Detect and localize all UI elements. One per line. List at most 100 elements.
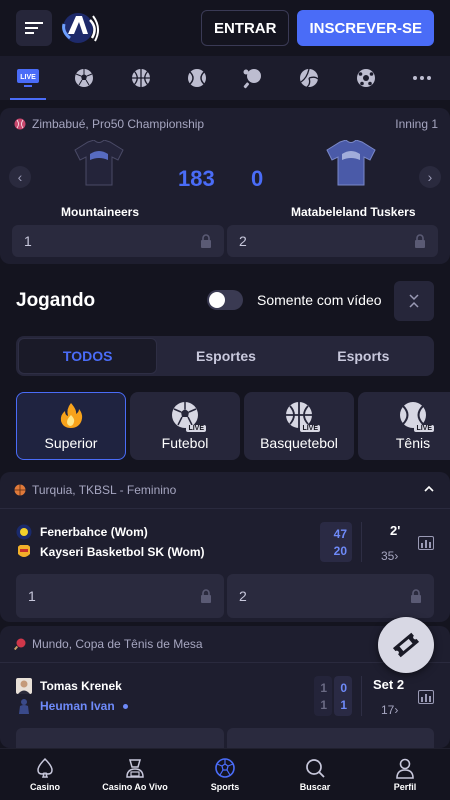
volleyball-icon [300, 68, 319, 88]
sport-tab-basketball[interactable] [113, 56, 169, 100]
match-odd-2[interactable]: 2 [227, 574, 434, 618]
collapse-icon [409, 294, 419, 308]
category-superior[interactable]: Superior [16, 392, 126, 460]
player-avatar [19, 699, 29, 714]
featured-league-name: Zimbabué, Pro50 Championship [32, 117, 205, 131]
nav-sports[interactable]: Sports [180, 749, 270, 800]
nav-casino[interactable]: Casino [0, 749, 90, 800]
basketball-icon [14, 484, 26, 496]
chevron-left-icon: ‹ [17, 169, 23, 185]
featured-prev-button[interactable]: ‹ [9, 166, 31, 188]
fire-icon [60, 403, 83, 428]
featured-match-card[interactable]: Zimbabué, Pro50 Championship Inning 1 ‹ … [0, 108, 450, 264]
featured-next-button[interactable]: › [419, 166, 441, 188]
category-tenis[interactable]: LIVE Tênis [358, 392, 450, 460]
video-only-toggle[interactable] [207, 290, 243, 310]
more-markets-link[interactable]: 17› [381, 703, 398, 717]
category-label: Superior [44, 435, 98, 451]
live-badge: LIVE [186, 425, 206, 432]
away-jersey-icon [326, 140, 376, 186]
menu-button[interactable] [16, 10, 52, 46]
chevron-right-icon: › [394, 703, 399, 717]
ticket-icon [392, 632, 420, 658]
tab-esportes[interactable]: Esportes [157, 338, 294, 374]
nav-label: Casino Ao Vivo [102, 782, 168, 792]
sport-tab-soccer[interactable] [56, 56, 112, 100]
signup-button[interactable]: INSCREVER-SE [297, 10, 434, 46]
chevron-right-icon: › [394, 549, 399, 563]
match-period: Set 2 [373, 677, 405, 692]
match-odd-1[interactable]: 1 [16, 574, 224, 618]
brand-logo[interactable] [60, 10, 100, 46]
category-label: Tênis [395, 435, 431, 451]
league-header[interactable]: Mundo, Copa de Tênis de Mesa [14, 637, 203, 651]
live-scorebox: 47 20 [320, 522, 352, 562]
hamburger-icon [25, 22, 43, 34]
nav-label: Sports [210, 782, 240, 792]
league-block-basketball: Turquia, TKBSL - Feminino Fenerbahce (Wo… [0, 472, 450, 622]
home-player-name: Tomas Krenek [40, 679, 122, 693]
home-team-name: Fenerbahce (Wom) [40, 525, 148, 539]
match-odd-1[interactable] [16, 728, 224, 748]
player-avatar [16, 678, 32, 694]
soccer-icon [75, 69, 94, 87]
featured-odd-2[interactable]: 2 [227, 225, 438, 257]
spade-icon [37, 757, 53, 778]
sport-tab-live[interactable]: LIVE [0, 56, 56, 100]
away-team-name: Matabeleland Tuskers [291, 205, 416, 219]
live-scorebox: 0 1 [334, 676, 352, 716]
stats-icon[interactable] [418, 536, 434, 550]
divider [361, 522, 362, 562]
futsal-icon [356, 69, 375, 87]
home-team-name: Mountaineers [61, 205, 140, 219]
category-futebol[interactable]: LIVE Futebol [130, 392, 240, 460]
sport-tab-volleyball[interactable] [281, 56, 337, 100]
league-header[interactable]: Turquia, TKBSL - Feminino [14, 483, 176, 497]
nav-label: Perfil [393, 782, 417, 792]
collapse-all-button[interactable] [394, 281, 434, 321]
home-score: 47 [333, 526, 347, 541]
set-scorebox: 1 1 [314, 676, 332, 716]
stats-icon[interactable] [418, 690, 434, 704]
nav-perfil[interactable]: Perfil [360, 749, 450, 800]
nav-buscar[interactable]: Buscar [270, 749, 360, 800]
tennis-icon [187, 69, 206, 87]
nav-label: Casino [29, 782, 60, 792]
betslip-button[interactable] [378, 617, 434, 673]
team-logo [18, 545, 30, 557]
lock-icon [411, 589, 421, 603]
away-team-row: Heuman Ivan [16, 698, 128, 714]
featured-league: Zimbabué, Pro50 Championship [14, 117, 204, 131]
match-odd-2[interactable] [227, 728, 434, 748]
away-prev-score: 1 [320, 697, 327, 712]
featured-odd-1[interactable]: 1 [12, 225, 224, 257]
divider [0, 662, 450, 663]
sport-category-strip: Superior LIVE Futebol LIVE Basquetebol L… [16, 392, 450, 460]
more-markets-link[interactable]: 35› [381, 549, 398, 563]
category-label: Futebol [161, 435, 209, 451]
tab-esports[interactable]: Esports [295, 338, 432, 374]
away-score: 20 [333, 543, 347, 558]
lock-icon [201, 589, 211, 603]
more-markets-count: 17 [381, 703, 395, 717]
more-icon [412, 76, 431, 80]
category-basquetebol[interactable]: LIVE Basquetebol [244, 392, 354, 460]
sport-tab-tennis[interactable] [169, 56, 225, 100]
sport-tab-more[interactable] [394, 56, 450, 100]
search-icon [306, 759, 325, 778]
chevron-up-icon[interactable] [424, 485, 434, 493]
nav-casino-ao-vivo[interactable]: Casino Ao Vivo [90, 749, 180, 800]
basketball-icon [131, 69, 150, 87]
nav-label: Buscar [299, 782, 331, 792]
lock-icon [201, 234, 211, 248]
sport-tab-table-tennis[interactable] [225, 56, 281, 100]
featured-inning: Inning 1 [395, 117, 438, 131]
toggle-knob [209, 292, 225, 308]
sport-tab-futsal[interactable] [338, 56, 394, 100]
away-team-row: Kayseri Basketbol SK (Wom) [16, 544, 205, 560]
away-score: 1 [340, 697, 347, 712]
login-button[interactable]: ENTRAR [200, 10, 290, 46]
divider [0, 508, 450, 509]
home-score: 183 [178, 166, 215, 191]
tab-todos[interactable]: TODOS [18, 338, 158, 374]
